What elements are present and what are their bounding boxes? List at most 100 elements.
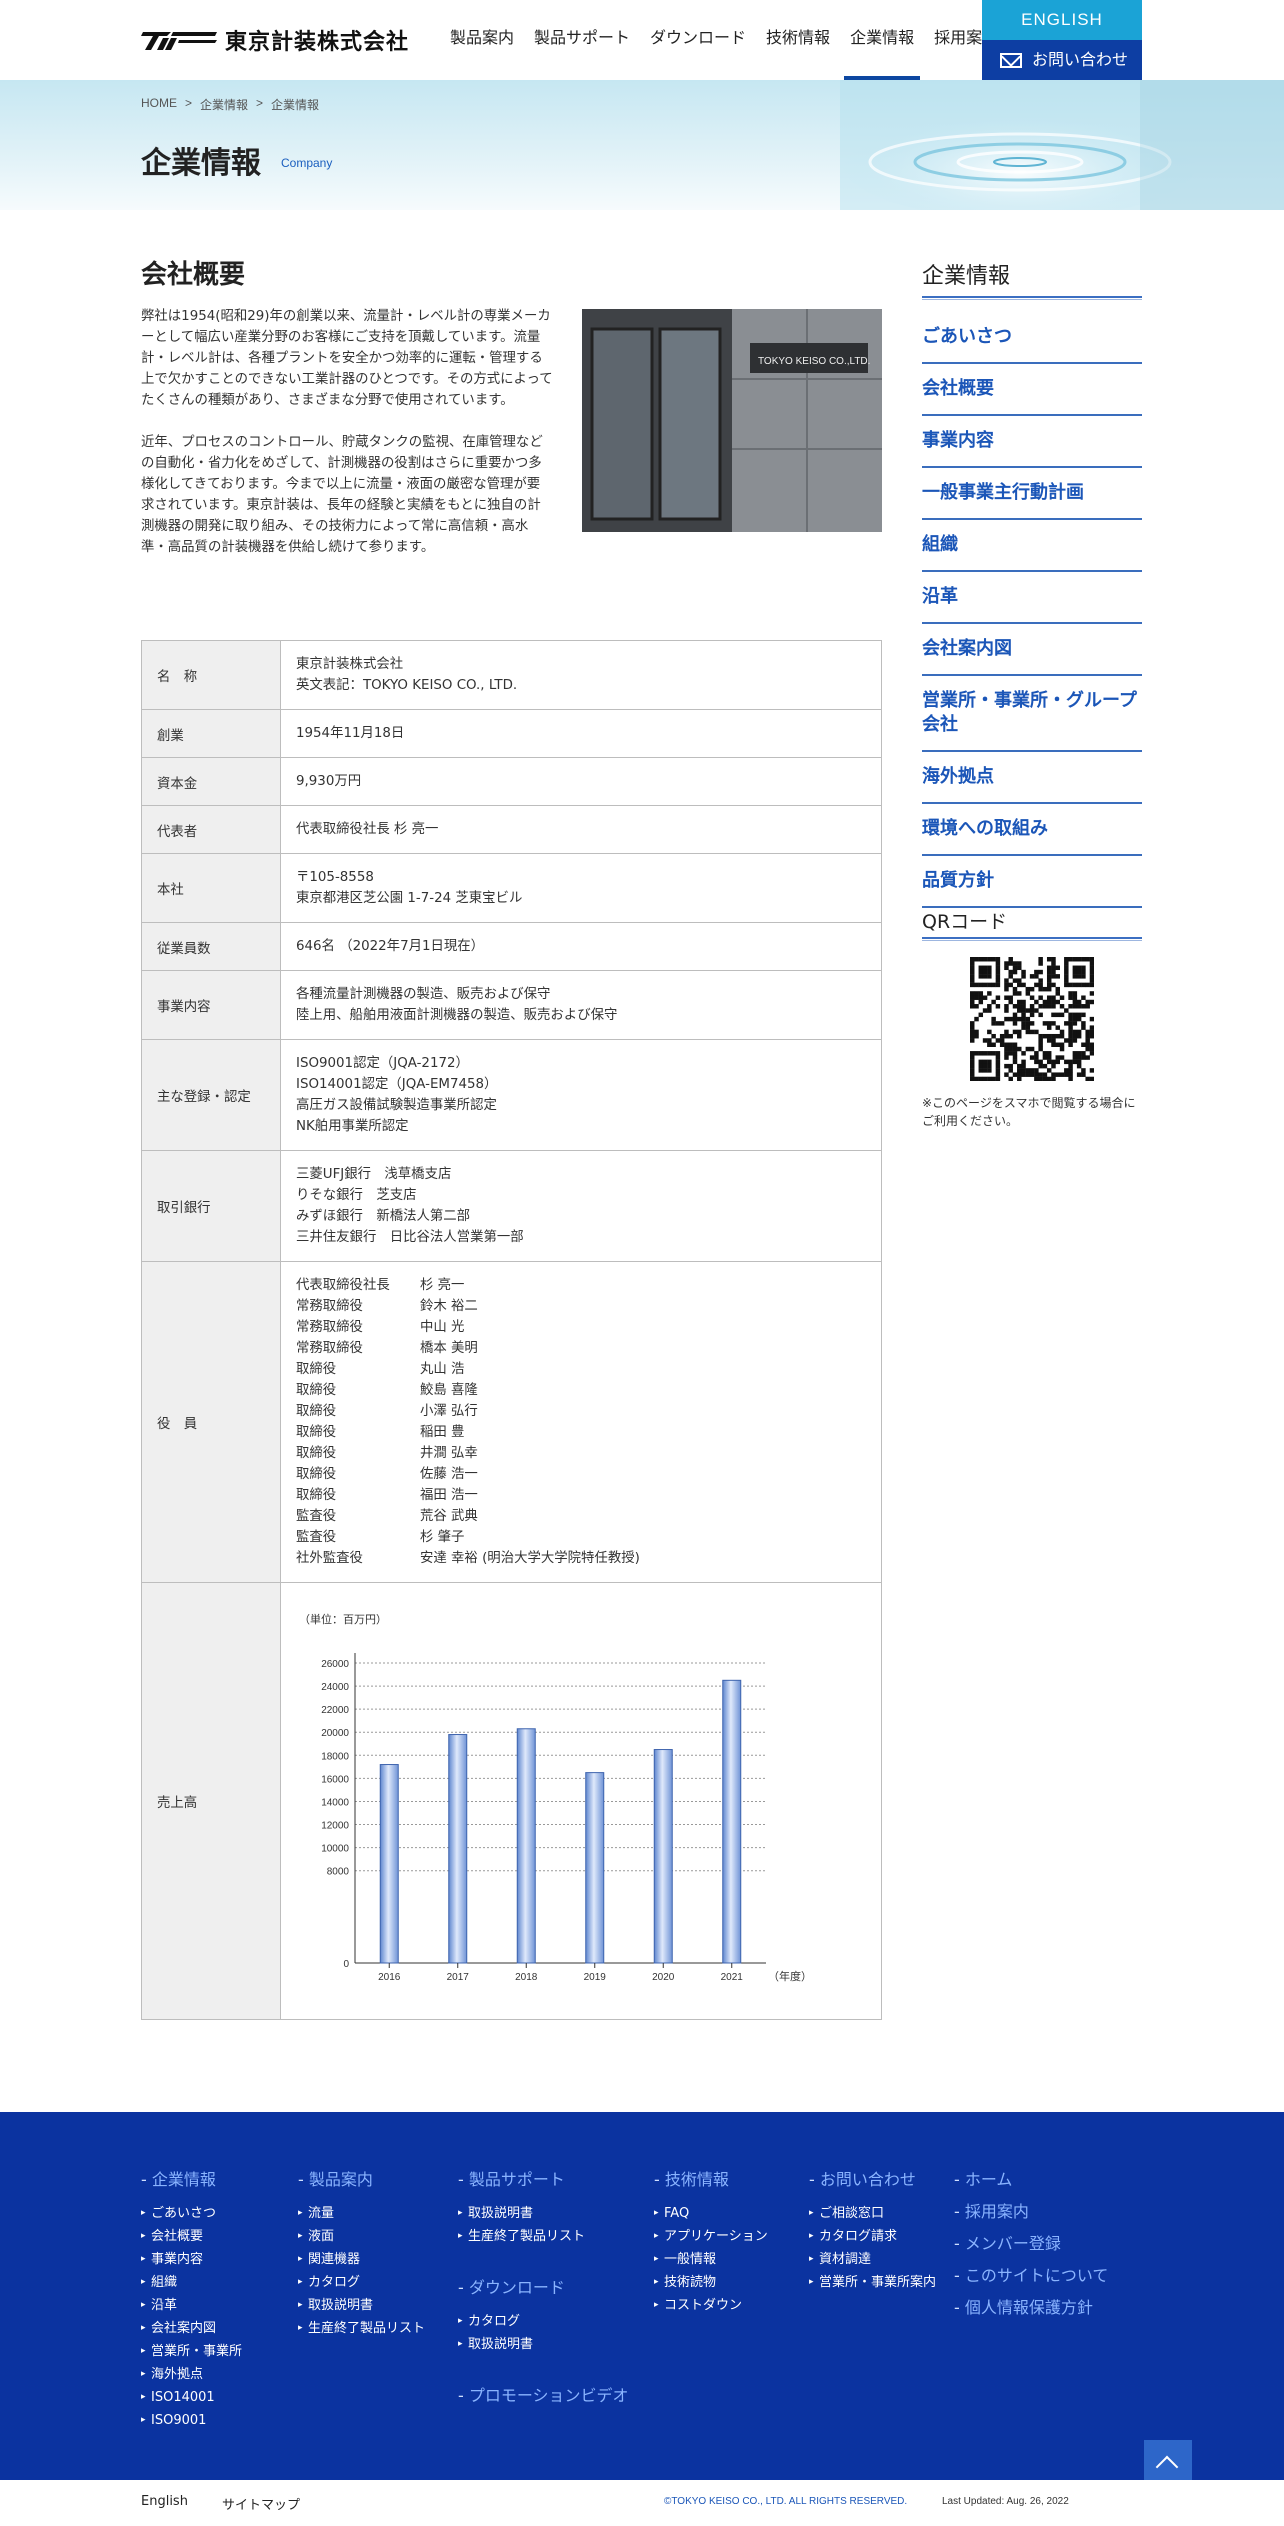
footer-heading[interactable]: プロモーションビデオ <box>458 2382 629 2406</box>
headquarters-photo: TOKYO KEISO CO.,LTD. <box>582 309 882 532</box>
footer-link[interactable]: 事業内容 <box>141 2248 242 2271</box>
contact-button[interactable]: お問い合わせ <box>982 40 1142 80</box>
photo-sign-text: TOKYO KEISO CO.,LTD. <box>758 356 870 367</box>
footer-link[interactable]: 営業所・事業所 <box>141 2340 242 2363</box>
footer-link[interactable]: 流量 <box>298 2202 425 2225</box>
table-row: 従業員数 646名 （2022年7月1日現在） <box>141 922 882 971</box>
sidebar-item-overview[interactable]: 会社概要 <box>922 364 1142 416</box>
english-button[interactable]: ENGLISH <box>982 0 1142 40</box>
footer-link-sitemap[interactable]: サイトマップ <box>222 2494 300 2513</box>
footer-link-english[interactable]: English <box>141 2494 188 2513</box>
table-value-line: 〒105-8558 <box>296 870 374 885</box>
qr-note: ※このページをスマホで閲覧する場合にご利用ください。 <box>922 1096 1136 1128</box>
chart-unit-label: （単位：百万円） <box>299 1612 387 1626</box>
nav-download[interactable]: ダウンロード <box>640 0 756 80</box>
footer-link[interactable]: カタログ <box>458 2310 629 2333</box>
breadcrumb-home[interactable]: HOME <box>141 96 177 113</box>
footer-link[interactable]: メンバー登録 <box>954 2228 1108 2260</box>
page-subtitle: Company <box>281 156 333 170</box>
footer-link[interactable]: 技術読物 <box>654 2271 768 2294</box>
table-label: 役 員 <box>141 1261 281 1583</box>
table-label: 資本金 <box>141 757 281 806</box>
footer-heading[interactable]: ダウンロード <box>458 2274 629 2298</box>
footer-link[interactable]: カタログ <box>298 2271 425 2294</box>
footer-link[interactable]: 海外拠点 <box>141 2363 242 2386</box>
officer-name: 鮫島 喜隆 <box>420 1383 478 1398</box>
nav-tech-info[interactable]: 技術情報 <box>756 0 840 80</box>
footer-link[interactable]: 一般情報 <box>654 2248 768 2271</box>
footer-link[interactable]: このサイトについて <box>954 2260 1109 2292</box>
footer-link[interactable]: ご相談窓口 <box>809 2202 936 2225</box>
footer-link[interactable]: 採用案内 <box>954 2196 1108 2228</box>
officer-name: 杉 肇子 <box>420 1530 465 1545</box>
nav-support[interactable]: 製品サポート <box>524 0 640 80</box>
copyright: ©TOKYO KEISO CO., LTD. ALL RIGHTS RESERV… <box>664 2496 908 2507</box>
footer-link[interactable]: アプリケーション <box>654 2225 768 2248</box>
y-tick-label: 24000 <box>321 1682 349 1693</box>
officer-role: 取締役 <box>296 1404 337 1419</box>
officer-name: 杉 亮一 <box>420 1278 465 1293</box>
x-tick-label: 2017 <box>447 1972 470 1983</box>
footer-heading[interactable]: 企業情報 <box>141 2166 242 2190</box>
footer-heading[interactable]: お問い合わせ <box>809 2166 936 2190</box>
officer-entry: 取締役 福田 浩一 <box>296 1485 866 1506</box>
nav-products[interactable]: 製品案内 <box>440 0 524 80</box>
officer-entry: 取締役 小澤 弘行 <box>296 1401 866 1422</box>
sidebar-title-rule <box>922 296 1142 300</box>
sidebar-item-environment[interactable]: 環境への取組み <box>922 804 1142 856</box>
footer-heading[interactable]: 技術情報 <box>654 2166 768 2190</box>
footer-link[interactable]: ホーム <box>954 2164 1108 2196</box>
sidebar-item-greeting[interactable]: ごあいさつ <box>922 312 1142 364</box>
company-logo[interactable]: 東京計装株式会社 <box>141 24 409 56</box>
table-value: 〒105-8558 東京都港区芝公園 1-7-24 芝東宝ビル <box>280 853 882 923</box>
footer-link[interactable]: 取扱説明書 <box>458 2202 629 2225</box>
sales-row: 売上高 （単位：百万円） 0 8000 10000 12000 14000 16000 180… <box>141 1582 882 2020</box>
officer-name: 井澗 弘幸 <box>420 1446 478 1461</box>
table-value-line: 東京計装株式会社 <box>296 657 404 672</box>
y-tick-label: 14000 <box>321 1797 349 1808</box>
footer-link[interactable]: 会社案内図 <box>141 2317 242 2340</box>
breadcrumb-company[interactable]: 企業情報 <box>200 96 248 113</box>
footer-link[interactable]: 生産終了製品リスト <box>298 2317 425 2340</box>
footer-link[interactable]: 沿革 <box>141 2294 242 2317</box>
sidebar-item-organization[interactable]: 組織 <box>922 520 1142 572</box>
company-info-table: 名 称東京計装株式会社 英文表記：TOKYO KEISO CO., LTD. 創業 1… <box>141 640 882 2020</box>
footer-link[interactable]: カタログ請求 <box>809 2225 936 2248</box>
officer-entry: 取締役 鮫島 喜隆 <box>296 1380 866 1401</box>
table-label: 代表者 <box>141 805 281 854</box>
footer-link[interactable]: 組織 <box>141 2271 242 2294</box>
officer-entry: 取締役 稲田 豊 <box>296 1422 866 1443</box>
footer-link[interactable]: 関連機器 <box>298 2248 425 2271</box>
table-value-line: 英文表記：TOKYO KEISO CO., LTD. <box>296 678 518 693</box>
footer-link[interactable]: 会社概要 <box>141 2225 242 2248</box>
footer-link[interactable]: ISO14001 <box>141 2386 242 2409</box>
qr-title: QRコード <box>922 911 1008 933</box>
footer-link[interactable]: 液面 <box>298 2225 425 2248</box>
table-value-line: 代表取締役社長 杉 亮一 <box>296 822 439 837</box>
footer-heading[interactable]: 製品サポート <box>458 2166 629 2190</box>
sidebar-item-overseas[interactable]: 海外拠点 <box>922 752 1142 804</box>
sales-bar-2016 <box>379 1764 399 1964</box>
footer-link[interactable]: FAQ <box>654 2202 768 2225</box>
officer-entry: 常務取締役 鈴木 裕二 <box>296 1296 866 1317</box>
table-value-line: みずほ銀行 新橋法人第二部 <box>296 1209 471 1224</box>
footer-link[interactable]: コストダウン <box>654 2294 768 2317</box>
footer-link[interactable]: ISO9001 <box>141 2409 242 2432</box>
footer-heading[interactable]: 製品案内 <box>298 2166 425 2190</box>
sidebar-item-guide-map[interactable]: 会社案内図 <box>922 624 1142 676</box>
footer-link[interactable]: ごあいさつ <box>141 2202 242 2225</box>
footer-link[interactable]: 取扱説明書 <box>298 2294 425 2317</box>
footer-link[interactable]: 取扱説明書 <box>458 2333 629 2356</box>
sidebar-item-history[interactable]: 沿革 <box>922 572 1142 624</box>
footer-link[interactable]: 生産終了製品リスト <box>458 2225 629 2248</box>
table-value-line: りそな銀行 芝支店 <box>296 1188 417 1203</box>
footer-link[interactable]: 営業所・事業所案内 <box>809 2271 936 2294</box>
sales-chart-cell: （単位：百万円） 0 8000 10000 12000 14000 16000 18000 20… <box>280 1582 882 2020</box>
footer-link[interactable]: 個人情報保護方針 <box>954 2292 1108 2324</box>
sidebar-item-business[interactable]: 事業内容 <box>922 416 1142 468</box>
nav-company[interactable]: 企業情報 <box>840 0 924 80</box>
sidebar-item-offices[interactable]: 営業所・事業所・グループ会社 <box>922 676 1142 752</box>
footer-link[interactable]: 資材調達 <box>809 2248 936 2271</box>
sidebar-item-quality[interactable]: 品質方針 <box>922 856 1142 908</box>
sidebar-item-action-plan[interactable]: 一般事業主行動計画 <box>922 468 1142 520</box>
